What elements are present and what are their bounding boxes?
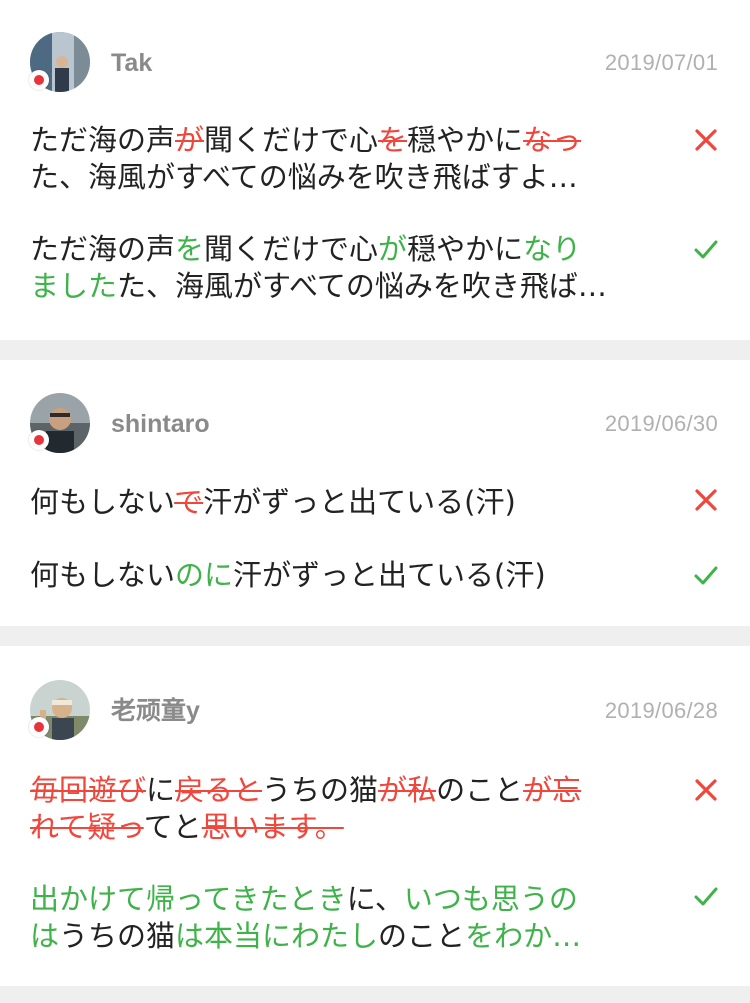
cross-icon xyxy=(692,126,720,154)
cross-icon xyxy=(692,486,720,514)
username[interactable]: shintaro xyxy=(111,409,210,439)
post-card[interactable]: 老顽童y 2019/06/28 毎回遊びに戻るとうちの猫が私のことが忘 れて疑っ… xyxy=(0,646,750,986)
sentence-line: 毎回遊びに戻るとうちの猫が私のことが忘 xyxy=(30,773,582,807)
sentence-line: 出かけて帰ってきたときに、いつも思うの xyxy=(30,882,578,916)
wrong-sentence: 何もしないで汗がずっと出ている(汗) xyxy=(30,484,655,521)
post-date: 2019/06/30 xyxy=(604,411,718,436)
sentence-line: はうちの猫は本当にわたしのことをわか… xyxy=(30,919,582,953)
sentence-line: ただ海の声が聞くだけで心を穏やかになっ xyxy=(30,123,582,157)
record-dot-icon xyxy=(29,70,49,90)
sentence-line: た、海風がすべての悩みを吹き飛ばすよ… xyxy=(30,160,578,194)
correct-sentence: 出かけて帰ってきたときに、いつも思うの はうちの猫は本当にわたしのことをわか… xyxy=(30,881,655,955)
username[interactable]: 老顽童y xyxy=(111,696,200,726)
post-card[interactable]: shintaro 2019/06/30 何もしないで汗がずっと出ている(汗) 何… xyxy=(0,360,750,626)
username[interactable]: Tak xyxy=(111,48,152,78)
check-icon xyxy=(692,882,720,910)
post-date: 2019/07/01 xyxy=(604,50,718,75)
sentence-line: 何もしないのに汗がずっと出ている(汗) xyxy=(30,558,546,592)
sentence-line: れて疑ってと思います。 xyxy=(30,810,344,844)
sentence-line: 何もしないで汗がずっと出ている(汗) xyxy=(30,485,516,519)
correct-sentence: ただ海の声を聞くだけで心が穏やかになり ましたた、海風がすべての悩みを吹き飛ば… xyxy=(30,231,655,305)
wrong-sentence: 毎回遊びに戻るとうちの猫が私のことが忘 れて疑ってと思います。 xyxy=(30,772,655,846)
check-icon xyxy=(692,235,720,263)
wrong-sentence: ただ海の声が聞くだけで心を穏やかになっ た、海風がすべての悩みを吹き飛ばすよ… xyxy=(30,122,655,196)
record-dot-icon xyxy=(29,430,49,450)
post-date: 2019/06/28 xyxy=(604,698,718,723)
record-dot-icon xyxy=(29,717,49,737)
check-icon xyxy=(692,561,720,589)
post-card[interactable]: Tak 2019/07/01 ただ海の声が聞くだけで心を穏やかになっ た、海風が… xyxy=(0,0,750,340)
correct-sentence: 何もしないのに汗がずっと出ている(汗) xyxy=(30,557,655,594)
sentence-line: ただ海の声を聞くだけで心が穏やかになり xyxy=(30,232,582,266)
cross-icon xyxy=(692,776,720,804)
sentence-line: ましたた、海風がすべての悩みを吹き飛ば… xyxy=(30,269,607,303)
